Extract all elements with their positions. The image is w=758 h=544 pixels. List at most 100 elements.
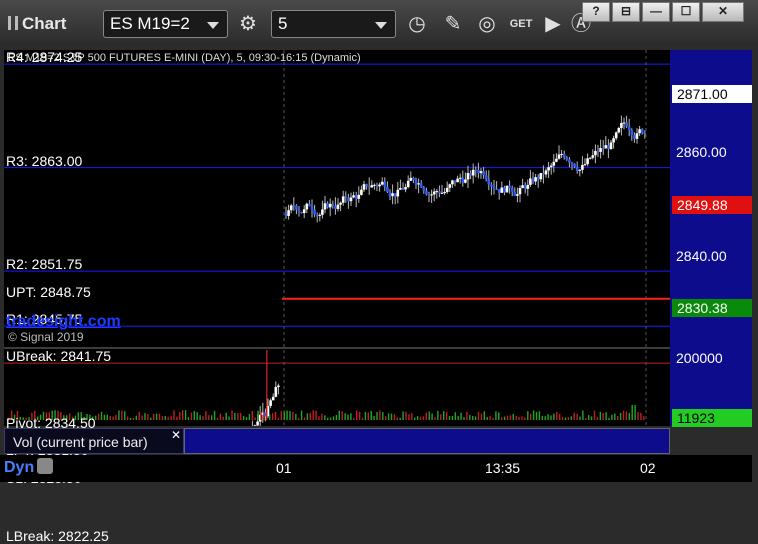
candle-body [549, 165, 553, 168]
volume-bar [553, 413, 555, 420]
volume-bar [483, 411, 485, 420]
volume-current-flag: 11923 [672, 409, 752, 427]
window-controls: ? ⊟ — ☐ ✕ [582, 2, 744, 22]
volume-bar [457, 416, 459, 420]
get-data-button[interactable]: GET [506, 10, 536, 38]
volume-bar [237, 413, 239, 420]
close-button[interactable]: ✕ [702, 2, 744, 22]
instrument-select[interactable]: ES M19=2 [103, 10, 228, 38]
volume-bar [582, 410, 584, 420]
window-title: Chart [8, 14, 66, 34]
volume-bar [173, 410, 175, 420]
x-tick: 02 [640, 460, 656, 476]
close-icon[interactable]: ✕ [171, 428, 181, 442]
candle-body [422, 187, 426, 191]
volume-bar [190, 412, 193, 420]
candle-body [289, 205, 293, 211]
candle-body [417, 183, 420, 185]
volume-bar [219, 413, 222, 420]
candle-body [313, 209, 316, 215]
volume-bar [379, 410, 381, 420]
dynamic-mode-button[interactable]: Dyn [4, 458, 54, 477]
candle-body [555, 158, 558, 162]
volume-bar [550, 415, 552, 420]
indicator-icon[interactable]: ◎ [472, 10, 502, 38]
volume-bar [289, 410, 291, 420]
drag-grip-icon[interactable] [8, 16, 18, 30]
price-axis[interactable]: 2860.00 2840.00 200000 2871.00 2849.88 2… [670, 50, 752, 427]
minimize-button[interactable]: — [642, 2, 670, 22]
volume-bar [385, 416, 387, 420]
volume-bar [643, 416, 645, 420]
interval-select[interactable]: 5 [271, 10, 396, 38]
volume-bar [396, 417, 398, 420]
volume-bar [240, 413, 242, 420]
volume-bar [318, 416, 320, 420]
candle-body [607, 145, 610, 150]
candle-body [492, 186, 496, 189]
pencil-draw-icon[interactable]: ✎ [438, 10, 468, 38]
volume-bar [544, 416, 546, 420]
last-price-flag: 2871.00 [672, 85, 752, 103]
volume-bar [408, 414, 410, 420]
maximize-button[interactable]: ☐ [672, 2, 700, 22]
candle-body [622, 122, 626, 124]
candle-body [630, 130, 634, 136]
candle-body [482, 171, 485, 176]
volume-bar [213, 410, 216, 420]
candle-body [617, 127, 621, 133]
detach-button[interactable]: ⊟ [612, 2, 640, 22]
play-icon[interactable]: ▶ [538, 10, 568, 38]
candle-body [331, 203, 335, 206]
volume-bar [109, 415, 111, 420]
volume-bar [254, 417, 256, 420]
volume-bar [350, 413, 352, 420]
volume-bar [315, 410, 317, 420]
candle-body [500, 187, 504, 193]
candle-body [295, 205, 298, 210]
volume-bar [196, 412, 198, 420]
level-label: UBreak: 2841.75 [6, 348, 112, 365]
volume-bar [448, 416, 451, 420]
volume-bar [588, 415, 590, 420]
volume-bar [118, 410, 120, 420]
volume-bar [341, 411, 343, 420]
candle-body [453, 180, 457, 183]
volume-bar [503, 416, 506, 420]
candle-body [469, 173, 472, 176]
level-label: UPT: 2848.75 [6, 283, 91, 300]
candle-body [310, 206, 314, 210]
candle-body [464, 179, 467, 183]
candle-body [466, 173, 470, 180]
volume-bar [382, 412, 384, 420]
candle-body [362, 184, 366, 190]
candle-body [269, 400, 272, 406]
lock-icon[interactable] [37, 458, 54, 474]
volume-bar [115, 414, 117, 420]
candle-body [393, 193, 397, 197]
candle-body [409, 177, 413, 181]
volume-bar [532, 410, 535, 420]
clock-icon[interactable]: ◷ [402, 10, 432, 38]
candle-body [448, 184, 452, 188]
volume-bar [211, 415, 213, 420]
help-button[interactable]: ? [582, 2, 610, 22]
volume-bar [428, 411, 430, 420]
candle-body [534, 177, 537, 182]
volume-bar [147, 414, 149, 420]
candle-body [583, 164, 587, 166]
upt-price-flag: 2849.88 [672, 196, 752, 214]
price-chart[interactable] [4, 50, 670, 426]
settings-gear-icon[interactable]: ⚙ [233, 10, 263, 38]
candle-body [609, 142, 613, 150]
candle-body [604, 145, 608, 149]
volume-bar [298, 417, 300, 420]
candle-body [638, 129, 641, 134]
candle-body [396, 189, 400, 197]
candle-body [588, 157, 592, 159]
volume-bar [161, 416, 164, 420]
volume-bar [245, 417, 248, 420]
candle-body [380, 181, 384, 185]
volume-bar [150, 417, 152, 420]
candle-body [414, 180, 418, 185]
